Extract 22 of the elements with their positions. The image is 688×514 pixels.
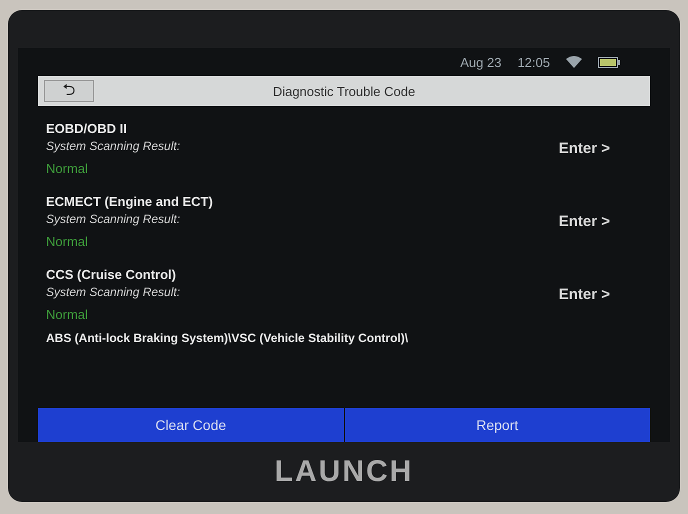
screen-title: Diagnostic Trouble Code [272,84,416,98]
scan-result-label: System Scanning Result: [46,285,182,299]
enter-button[interactable]: Enter > [558,213,650,230]
system-name: ABS (Anti-lock Braking System)\VSC (Vehicle Stability Control)\ [46,331,410,345]
scan-result: Normal [46,161,89,176]
scan-result-label: System Scanning Result: [46,212,182,226]
time-text: 12:05 [517,54,550,70]
system-name: ECMECT (Engine and ECT) [46,194,214,209]
enter-button[interactable]: Enter > [558,286,650,303]
scan-result: Normal [46,234,89,249]
date-text: Aug 23 [460,54,502,70]
back-button[interactable]: ⮌ [44,80,94,102]
battery-icon [598,56,620,68]
scan-result: Normal [46,307,89,322]
action-button[interactable]: Report [344,408,650,442]
system-name: CCS (Cruise Control) [46,267,177,282]
enter-button[interactable]: Enter > [558,140,650,157]
wifi-icon [566,56,582,68]
action-button[interactable]: Clear Code [38,408,344,442]
brand-logo: LAUNCH [274,455,414,489]
scan-result-label: System Scanning Result: [46,139,182,153]
system-name: EOBD/OBD II [46,121,128,136]
